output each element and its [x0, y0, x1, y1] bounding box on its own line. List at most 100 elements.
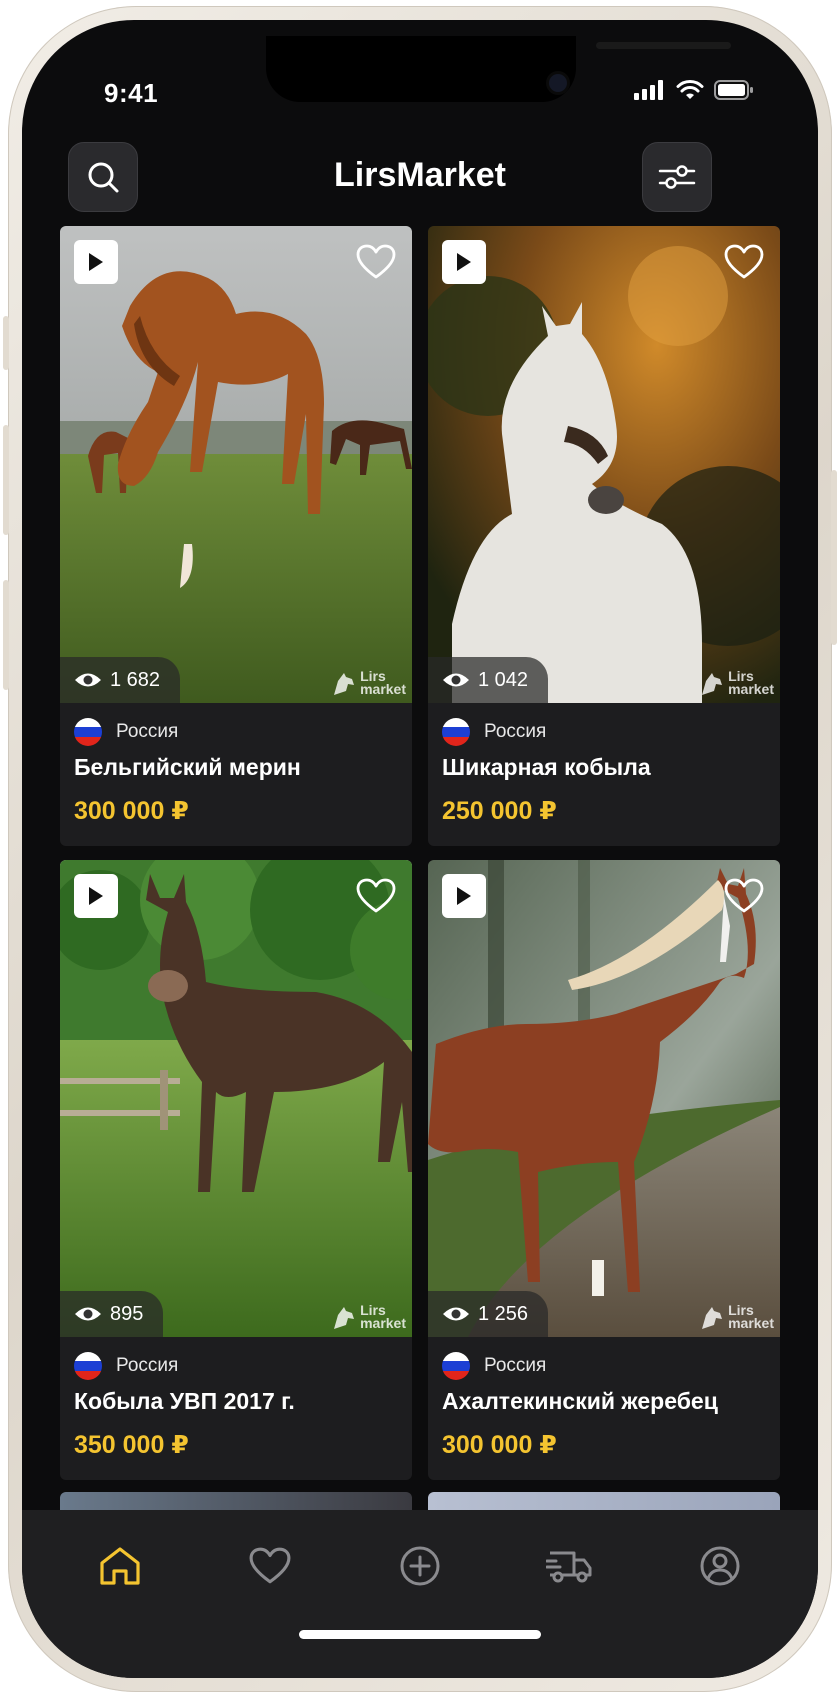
tab-home[interactable]: [90, 1536, 150, 1596]
watermark-line2: market: [360, 681, 406, 697]
views-badge: 1 256: [428, 1291, 549, 1337]
country-row: Россия: [74, 718, 178, 746]
views-badge: 1 682: [60, 657, 181, 703]
country-row: Россия: [442, 718, 546, 746]
wifi-icon: [676, 80, 704, 99]
horse-logo-icon: [334, 673, 355, 695]
listing-price: 300 000 ₽: [442, 1431, 557, 1459]
lirs-watermark: Lirs market: [330, 1303, 406, 1331]
horse-logo-icon: [702, 1307, 723, 1329]
russia-flag-icon: [442, 1352, 470, 1380]
home-indicator[interactable]: [299, 1630, 541, 1639]
horse-logo-icon: [702, 673, 723, 695]
front-camera: [549, 74, 567, 92]
listing-card[interactable]: 895 Lirs market Россия Кобыла УВП 2017 г.…: [60, 860, 412, 1480]
play-icon: [89, 887, 103, 905]
russia-flag-icon: [74, 718, 102, 746]
listing-card[interactable]: 1 256 Lirs market Россия Ахалтекинский же…: [428, 860, 780, 1480]
lirs-watermark: Lirs market: [698, 1303, 774, 1331]
user-icon: [700, 1546, 740, 1586]
listing-photo: 1 682 Lirs market: [60, 226, 412, 703]
horse-photo-grazing: [60, 226, 412, 703]
header: LirsMarket: [22, 130, 818, 212]
side-button: [3, 316, 9, 370]
horse-photo-chestnut: [428, 860, 780, 1337]
listing-photo: 895 Lirs market: [60, 860, 412, 1337]
country-label: Россия: [116, 1355, 179, 1376]
eye-icon: [75, 1307, 101, 1321]
russia-flag-icon: [74, 1352, 102, 1380]
tab-bar: [22, 1510, 818, 1678]
listing-title: Бельгийский мерин: [74, 754, 301, 780]
listing-card[interactable]: 1 042 Lirs market Россия Шикарная кобыла …: [428, 226, 780, 846]
favorite-button[interactable]: [722, 874, 766, 918]
listing-price: 250 000 ₽: [442, 797, 557, 825]
listing-price: 300 000 ₽: [74, 797, 189, 825]
eye-icon: [443, 673, 469, 687]
plus-circle-icon: [400, 1546, 440, 1586]
listing-price: 350 000 ₽: [74, 1431, 189, 1459]
listing-title: Шикарная кобыла: [442, 754, 651, 780]
heart-icon: [356, 878, 396, 913]
tab-delivery[interactable]: [540, 1536, 600, 1596]
side-button: [3, 580, 9, 690]
tab-favorites[interactable]: [240, 1536, 300, 1596]
lirs-watermark: Lirs market: [330, 669, 406, 697]
favorite-button[interactable]: [354, 874, 398, 918]
battery-icon: [714, 80, 753, 100]
signal-icon: [634, 80, 663, 100]
side-button: [831, 470, 837, 645]
status-icons: [634, 80, 754, 100]
listing-photo: 1 256 Lirs market: [428, 860, 780, 1337]
russia-flag-icon: [442, 718, 470, 746]
country-row: Россия: [74, 1352, 178, 1380]
filter-icon: [658, 165, 696, 189]
status-time: 9:41: [104, 78, 159, 108]
listing-title: Ахалтекинский жеребец: [442, 1388, 718, 1414]
watermark-line2: market: [360, 1315, 406, 1331]
watermark-line2: market: [728, 1315, 774, 1331]
eye-icon: [75, 673, 101, 687]
notch: [266, 36, 731, 102]
views-badge: 895: [60, 1291, 164, 1337]
listing-title: Кобыла УВП 2017 г.: [74, 1388, 295, 1414]
filter-button[interactable]: [642, 142, 712, 212]
eye-icon: [443, 1307, 469, 1321]
heart-icon: [249, 1547, 291, 1584]
country-label: Россия: [484, 721, 547, 742]
country-label: Россия: [484, 1355, 547, 1376]
views-count: 1 256: [478, 1302, 529, 1325]
country-row: Россия: [442, 1352, 546, 1380]
views-count: 1 042: [478, 668, 529, 691]
heart-icon: [724, 878, 764, 913]
views-count: 1 682: [110, 668, 161, 691]
speaker: [596, 42, 731, 49]
heart-icon: [356, 244, 396, 279]
horse-photo-dark-bay: [60, 860, 412, 1337]
country-label: Россия: [116, 721, 179, 742]
watermark-line2: market: [728, 681, 774, 697]
play-video-button[interactable]: [74, 240, 118, 284]
favorite-button[interactable]: [354, 240, 398, 284]
listing-photo: 1 042 Lirs market: [428, 226, 780, 703]
horse-photo-white: [428, 226, 780, 703]
play-icon: [89, 253, 103, 271]
listing-card[interactable]: 1 682 Lirs market Россия Бельгийский мери…: [60, 226, 412, 846]
horse-logo-icon: [334, 1307, 355, 1329]
home-icon: [100, 1547, 140, 1585]
play-video-button[interactable]: [442, 874, 486, 918]
tab-profile[interactable]: [690, 1536, 750, 1596]
views-count: 895: [110, 1302, 144, 1325]
play-icon: [457, 887, 471, 905]
favorite-button[interactable]: [722, 240, 766, 284]
play-video-button[interactable]: [442, 240, 486, 284]
heart-icon: [724, 244, 764, 279]
play-video-button[interactable]: [74, 874, 118, 918]
views-badge: 1 042: [428, 657, 549, 703]
side-button: [3, 425, 9, 535]
screen: 9:41 LirsMarket 1 682 Lirs market Россия…: [22, 20, 818, 1678]
tab-add[interactable]: [390, 1536, 450, 1596]
play-icon: [457, 253, 471, 271]
lirs-watermark: Lirs market: [698, 669, 774, 697]
truck-icon: [546, 1551, 592, 1583]
